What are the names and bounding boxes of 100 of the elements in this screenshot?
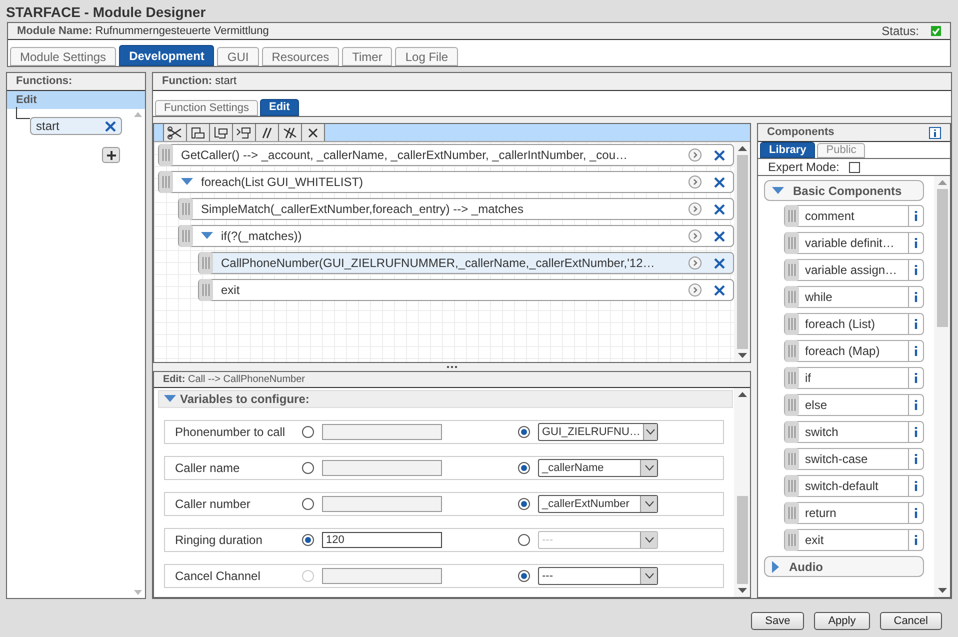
chevron-down-icon[interactable] [644, 465, 654, 471]
tab[interactable]: Timer [342, 47, 392, 66]
blocks-arrow-button[interactable] [232, 124, 256, 141]
scrollbar[interactable] [734, 142, 750, 362]
radio-button[interactable] [518, 498, 530, 510]
component-item[interactable]: variable assign… [784, 259, 924, 281]
component-item[interactable]: switch [784, 421, 924, 443]
info-icon[interactable] [914, 454, 918, 464]
component-item[interactable]: foreach (List) [784, 313, 924, 335]
scroll-down-icon[interactable] [738, 353, 746, 358]
statement-block[interactable]: GetCaller() --> _account, _callerName, _callerExtNumber, _callerIntNumber, _cou… [158, 144, 734, 166]
tab[interactable]: Module Settings [10, 47, 116, 66]
grip-handle-icon[interactable] [159, 171, 173, 193]
dialog-button[interactable]: Cancel [880, 612, 942, 630]
chevron-down-icon[interactable] [644, 573, 654, 579]
close-icon[interactable] [714, 204, 725, 214]
info-icon[interactable] [914, 211, 918, 221]
grip-handle-icon[interactable] [159, 144, 173, 166]
dialog-button[interactable]: Save [751, 612, 804, 630]
tab[interactable]: Development [119, 45, 214, 66]
section-header[interactable]: Variables to configure: [158, 390, 733, 408]
scroll-up-icon[interactable] [738, 146, 746, 151]
info-icon[interactable] [914, 481, 918, 491]
tab[interactable]: Resources [262, 47, 340, 66]
radio-button[interactable] [518, 534, 530, 546]
scrollbar[interactable] [734, 388, 750, 597]
arrow-circle-icon[interactable] [688, 175, 702, 189]
component-item[interactable]: while [784, 286, 924, 308]
component-item[interactable]: variable definit… [784, 232, 924, 254]
scrollbar-thumb[interactable] [736, 496, 748, 584]
tab[interactable]: Function Settings [155, 100, 258, 116]
dropdown[interactable]: GUI_ZIELRUFNU… [538, 423, 658, 441]
statement-block[interactable]: SimpleMatch(_callerExtNumber,foreach_entry) --> _matches [178, 198, 734, 220]
scrollbar[interactable] [934, 176, 950, 597]
component-item[interactable]: switch-case [784, 448, 924, 470]
scrollbar-thumb[interactable] [936, 189, 948, 327]
info-icon[interactable] [914, 427, 918, 437]
arrow-circle-icon[interactable] [688, 229, 702, 243]
input-field[interactable] [322, 424, 442, 440]
collapse-triangle-icon[interactable] [181, 178, 193, 186]
component-item[interactable]: switch-default [784, 475, 924, 497]
radio-button[interactable] [302, 498, 314, 510]
grip-handle-icon[interactable] [785, 421, 799, 443]
grip-handle-icon[interactable] [785, 502, 799, 524]
radio-button[interactable] [302, 462, 314, 474]
double-slash-button[interactable] [255, 124, 279, 141]
close-icon[interactable] [714, 258, 725, 268]
arrow-circle-icon[interactable] [688, 256, 702, 270]
close-button[interactable] [301, 124, 325, 141]
dropdown[interactable]: _callerExtNumber [538, 495, 658, 513]
scroll-up-icon[interactable] [738, 392, 746, 397]
grip-handle-icon[interactable] [785, 205, 799, 227]
chevron-down-icon[interactable] [646, 429, 656, 435]
tab[interactable]: Edit [260, 99, 299, 116]
collapse-triangle-icon[interactable] [164, 395, 176, 403]
close-icon[interactable] [714, 150, 725, 160]
grip-handle-icon[interactable] [785, 286, 799, 308]
info-icon[interactable] [914, 292, 918, 302]
info-icon[interactable] [914, 319, 918, 329]
info-icon[interactable] [914, 265, 918, 275]
info-icon[interactable] [914, 346, 918, 356]
component-item[interactable]: foreach (Map) [784, 340, 924, 362]
scissors-button[interactable] [163, 124, 187, 141]
radio-button[interactable] [302, 426, 314, 438]
input-field[interactable] [322, 496, 442, 512]
close-icon[interactable] [714, 284, 725, 296]
grip-handle-icon[interactable] [785, 394, 799, 416]
chevron-down-icon[interactable] [644, 501, 654, 507]
component-item[interactable]: comment [784, 205, 924, 227]
blocks-button[interactable] [186, 124, 210, 141]
radio-button[interactable] [518, 570, 530, 582]
dropdown[interactable]: --- [538, 567, 658, 585]
tab[interactable]: GUI [217, 47, 259, 66]
checkbox[interactable] [849, 162, 860, 172]
tab[interactable]: Log File [395, 47, 458, 66]
arrow-circle-icon[interactable] [688, 202, 702, 216]
statement-block[interactable]: exit [198, 279, 734, 301]
add-button[interactable] [102, 147, 120, 163]
grip-handle-icon[interactable] [199, 279, 213, 301]
collapse-triangle-icon[interactable] [772, 186, 784, 194]
input-field[interactable]: 120 [322, 532, 442, 548]
grip-handle-icon[interactable] [785, 529, 799, 551]
function-item[interactable]: start [30, 117, 122, 135]
component-item[interactable]: if [784, 367, 924, 389]
radio-button[interactable] [518, 462, 530, 474]
expand-triangle-icon[interactable] [772, 560, 780, 572]
grip-handle-icon[interactable] [785, 259, 799, 281]
crossed-slash-button[interactable] [278, 124, 302, 141]
close-icon[interactable] [714, 176, 725, 188]
grip-handle-icon[interactable] [785, 232, 799, 254]
blocks-branch-button[interactable] [209, 124, 233, 141]
info-icon[interactable] [914, 373, 918, 383]
info-icon[interactable] [914, 238, 918, 248]
info-icon[interactable] [914, 535, 918, 545]
input-field[interactable] [322, 568, 442, 584]
statement-block[interactable]: foreach(List GUI_WHITELIST) [158, 171, 734, 193]
grip-handle-icon[interactable] [785, 313, 799, 335]
component-item[interactable]: else [784, 394, 924, 416]
statement-block[interactable]: if(?(_matches)) [178, 225, 734, 247]
input-field[interactable] [322, 460, 442, 476]
